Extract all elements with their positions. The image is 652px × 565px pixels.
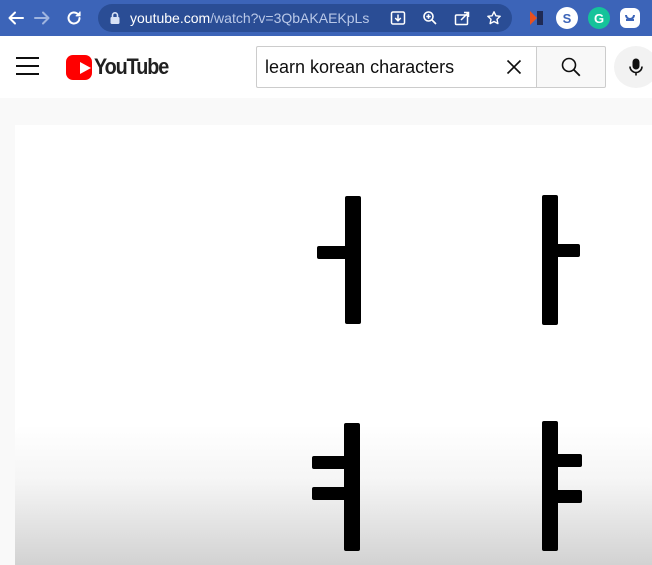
youtube-logo[interactable]: YouTube	[66, 53, 176, 81]
search-input[interactable]	[265, 47, 495, 87]
url-path: /watch?v=3QbAKAEKpLs	[210, 10, 370, 26]
youtube-masthead: YouTube	[0, 36, 652, 98]
s-extension-icon[interactable]: S	[556, 7, 578, 29]
search-button[interactable]	[536, 46, 606, 88]
korean-vowel-ya-glyph	[542, 421, 582, 551]
korean-vowel-yeo-glyph	[312, 423, 360, 551]
url-text: youtube.com/watch?v=3QbAKAEKpLs	[130, 10, 369, 26]
install-app-icon[interactable]	[388, 8, 408, 28]
search-icon	[561, 57, 581, 77]
address-bar[interactable]: youtube.com/watch?v=3QbAKAEKpLs	[98, 4, 512, 32]
bookmark-star-icon[interactable]	[484, 8, 504, 28]
youtube-logo-text: YouTube	[93, 54, 169, 79]
url-host: youtube.com	[130, 10, 211, 26]
hamburger-menu-icon[interactable]	[16, 56, 40, 76]
youtube-play-logo-icon	[66, 54, 92, 80]
microphone-icon	[629, 58, 643, 76]
korean-vowel-eo-glyph	[317, 196, 361, 324]
arrow-left-icon	[8, 11, 24, 25]
search-box	[256, 46, 537, 88]
lock-icon	[110, 12, 120, 24]
browser-toolbar: youtube.com/watch?v=3QbAKAEKpLs S G	[0, 0, 652, 36]
share-icon[interactable]	[452, 8, 472, 28]
zoom-icon[interactable]	[420, 8, 440, 28]
reload-button[interactable]	[58, 0, 90, 36]
grammarly-icon[interactable]: G	[588, 7, 610, 29]
video-player[interactable]	[15, 125, 652, 565]
forward-button[interactable]	[26, 0, 58, 36]
s-extension-letter: S	[562, 10, 572, 26]
arrow-right-icon	[34, 11, 50, 25]
extension-flag-icon[interactable]	[526, 7, 548, 29]
profile-extension-icon[interactable]	[620, 8, 640, 28]
reload-icon	[67, 11, 81, 25]
korean-vowel-a-glyph	[542, 195, 580, 325]
clear-search-icon[interactable]	[503, 56, 525, 78]
voice-search-button[interactable]	[614, 46, 652, 88]
grammarly-letter: G	[593, 10, 605, 26]
